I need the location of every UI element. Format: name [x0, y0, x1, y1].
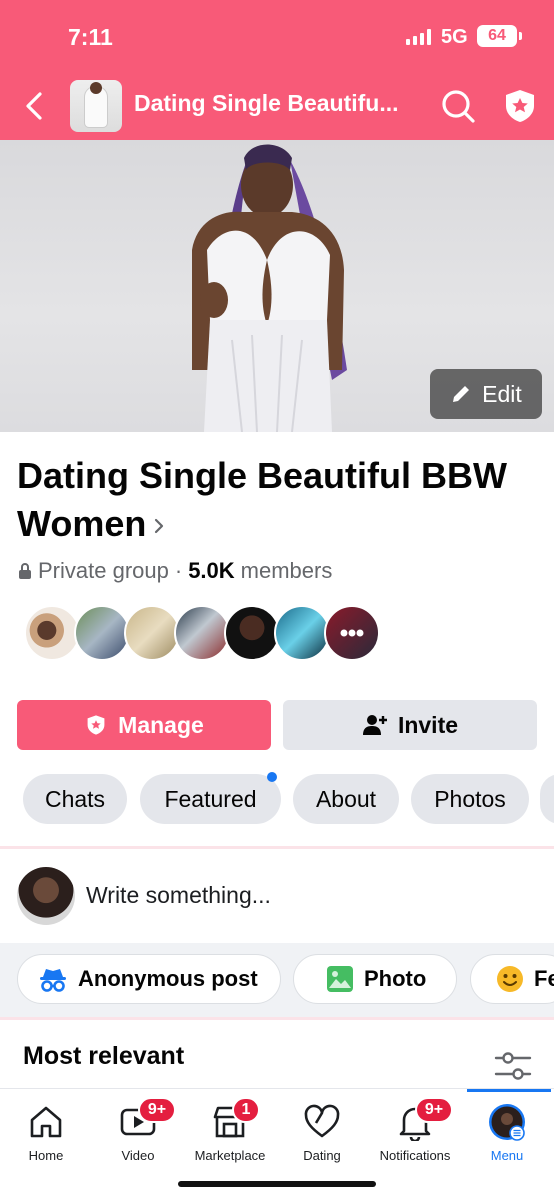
- battery-icon: 64: [477, 25, 522, 47]
- composer: Write something...: [0, 849, 554, 943]
- nav-label: Video: [121, 1148, 155, 1163]
- edit-cover-button[interactable]: Edit: [430, 369, 542, 419]
- add-person-icon: [362, 715, 387, 735]
- nav-label: Home: [28, 1148, 64, 1163]
- member-avatar: [274, 605, 330, 661]
- tab-about[interactable]: About: [293, 774, 399, 824]
- member-avatar: [224, 605, 280, 661]
- member-count: 5.0K: [188, 558, 235, 583]
- status-bar: 7:11 5G 64: [0, 0, 554, 72]
- chevron-left-icon: [26, 92, 42, 120]
- incognito-icon: [40, 969, 66, 992]
- network-type: 5G: [441, 26, 468, 48]
- home-icon: [30, 1106, 62, 1138]
- heart-icon: [304, 1104, 340, 1138]
- nav-dating[interactable]: Dating: [276, 1089, 368, 1179]
- manage-button[interactable]: Manage: [17, 700, 271, 750]
- composer-input[interactable]: Write something...: [86, 882, 271, 909]
- home-indicator: [178, 1181, 376, 1187]
- privacy-label: Private group: [38, 558, 169, 583]
- chip-label: Fe: [534, 966, 554, 991]
- section-divider: [0, 1017, 554, 1020]
- lock-icon: [19, 563, 31, 579]
- photo-icon: [327, 966, 353, 992]
- battery-level: 64: [488, 27, 506, 44]
- meta-separator: ·: [174, 558, 183, 583]
- status-time: 7:11: [68, 24, 113, 50]
- video-badge: 9+: [138, 1097, 176, 1123]
- feed-filter-button[interactable]: [494, 1050, 532, 1082]
- nav-label: Menu: [490, 1148, 524, 1163]
- new-indicator-dot: [267, 772, 277, 782]
- sliders-icon: [494, 1052, 532, 1080]
- member-avatar: [74, 605, 130, 661]
- feeling-icon: [497, 966, 523, 992]
- marketplace-badge: 1: [232, 1097, 260, 1123]
- user-avatar[interactable]: [17, 867, 75, 925]
- tab-chats[interactable]: Chats: [23, 774, 127, 824]
- chip-label: Photo: [364, 966, 427, 991]
- shield-star-icon: [87, 715, 105, 735]
- nav-marketplace[interactable]: 1 Marketplace: [184, 1089, 276, 1179]
- group-avatar[interactable]: [70, 80, 122, 132]
- search-icon: [442, 90, 475, 123]
- signal-icon: [406, 29, 432, 45]
- anonymous-post-button[interactable]: Anonymous post: [17, 954, 281, 1004]
- manage-label: Manage: [118, 711, 204, 738]
- member-avatar: [174, 605, 230, 661]
- group-meta: Private group · 5.0K members: [18, 558, 332, 584]
- photo-post-button[interactable]: Photo: [293, 954, 457, 1004]
- invite-button[interactable]: Invite: [283, 700, 537, 750]
- feeling-post-button[interactable]: Fe: [470, 954, 554, 1004]
- group-header: Dating Single Beautifu...: [0, 72, 554, 140]
- member-avatar: [24, 605, 80, 661]
- tab-more[interactable]: [540, 774, 554, 824]
- edit-label: Edit: [482, 380, 522, 407]
- nav-notifications[interactable]: 9+ Notifications: [369, 1089, 461, 1179]
- pencil-icon: [453, 386, 470, 402]
- shield-star-icon: [506, 90, 534, 122]
- tab-label: Chats: [44, 785, 106, 812]
- more-dots-icon: [340, 629, 364, 637]
- back-button[interactable]: [18, 86, 52, 126]
- header-title: Dating Single Beautifu...: [134, 90, 399, 116]
- nav-label: Notifications: [379, 1148, 451, 1163]
- nav-video[interactable]: 9+ Video: [92, 1089, 184, 1179]
- cover-person-image: [192, 144, 347, 432]
- menu-avatar-icon: [489, 1104, 525, 1141]
- chevron-right-icon: [155, 519, 164, 534]
- tab-label: Photos: [434, 785, 506, 812]
- group-name-link[interactable]: Dating Single Beautiful BBW Women: [17, 452, 537, 548]
- feed-sort-label: Most relevant: [23, 1042, 185, 1070]
- more-members-avatar: [324, 605, 380, 661]
- tab-photos[interactable]: Photos: [411, 774, 529, 824]
- search-button[interactable]: [438, 86, 478, 126]
- chip-label: Anonymous post: [78, 966, 258, 991]
- admin-tools-button[interactable]: [500, 86, 540, 126]
- notifications-badge: 9+: [415, 1097, 453, 1123]
- nav-menu[interactable]: Menu: [461, 1089, 553, 1179]
- tab-featured[interactable]: Featured: [140, 772, 281, 824]
- member-avatar: [124, 605, 180, 661]
- invite-label: Invite: [397, 711, 459, 738]
- tab-label: About: [315, 785, 377, 812]
- nav-label: Marketplace: [194, 1148, 266, 1163]
- members-label: members: [240, 558, 333, 583]
- tab-label: Featured: [164, 785, 257, 812]
- nav-label: Dating: [303, 1148, 341, 1163]
- nav-home[interactable]: Home: [0, 1089, 92, 1179]
- group-name: Dating Single Beautiful BBW Women: [17, 455, 507, 544]
